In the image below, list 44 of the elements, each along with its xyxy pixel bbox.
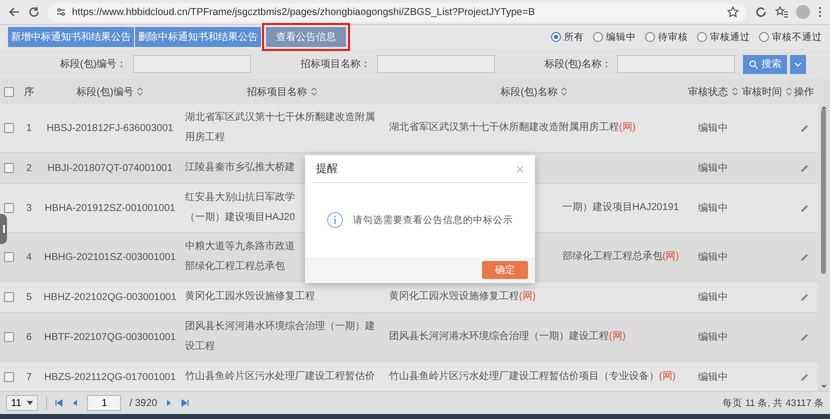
section-code: HBHA-201912SZ-001001001 — [44, 202, 176, 214]
field-label: 招标项目名称： — [300, 58, 371, 71]
section-code: HBJI-201807QT-074001001 — [47, 162, 173, 174]
dialog-message: 请勾选需要查看公告信息的中标公示 — [353, 214, 513, 226]
row-number: 6 — [26, 332, 32, 342]
project-name: 湖北省军区武汉第十七干休所翻建改造附属用房工程 — [185, 110, 376, 145]
review-status: 编辑中 — [698, 122, 728, 135]
review-status: 编辑中 — [698, 202, 728, 215]
project-name: 竹山县鱼岭片区污水处理厂建设工程暂估价 — [185, 370, 375, 384]
section-name: 一期）建设项目HAJ20191 — [562, 200, 679, 215]
section-code: HBSJ-201812FJ-636003001 — [46, 122, 174, 134]
row-number: 7 — [26, 372, 32, 382]
section-code: HBHG-202101SZ-003001001 — [44, 252, 176, 262]
project-name: 红安县大别山抗日军政学（一期）建设项目HAJ20 — [185, 190, 296, 225]
section-name: 团风县长河河港水环境综合治理（一期）建设工程(网) — [389, 330, 626, 344]
project-name: 中粮大道等九条路市政道部绿化工程工程总承包 — [185, 240, 296, 274]
project-name: 团风县长河河港水环境综合治理（一期）建设工程 — [185, 320, 376, 354]
project-name: 黄冈化工园水毁设施修复工程 — [185, 290, 315, 304]
field-label: 标段(包)名称： — [544, 58, 612, 71]
row-number: 5 — [26, 292, 32, 302]
row-number: 1 — [26, 122, 32, 134]
section-name: 黄冈化工园水毁设施修复工程(网) — [389, 290, 536, 304]
section-code: HBZS-202112QG-017001001 — [44, 372, 176, 382]
section-code: HBTF-202107QG-003001001 — [44, 332, 176, 342]
field-label: 标段(包)编号： — [60, 58, 127, 71]
column-header: 操作 — [794, 86, 814, 98]
review-status: 编辑中 — [698, 290, 728, 304]
review-status: 编辑中 — [698, 330, 728, 344]
review-status: 编辑中 — [698, 162, 728, 175]
row-number: 4 — [26, 252, 32, 262]
column-header: 序 — [24, 86, 34, 98]
url-text: https://www.hbbidcloud.cn/TPFrame/jsgcztbmis2/pages/zhongbiaogongshi/ZBGS_List?ProjectJYType=B — [72, 6, 535, 18]
section-name: 湖北省军区武汉第十七干休所翻建改造附属用房工程(网) — [389, 120, 636, 135]
dialog-title: 提醒 — [316, 162, 338, 176]
section-code: HBHZ-202102QG-003001001 — [44, 292, 176, 302]
row-number: 3 — [26, 202, 32, 214]
review-status: 编辑中 — [698, 250, 728, 264]
project-name: 江陵县秦市乡弘推大桥建 — [185, 160, 296, 175]
record-summary: 每页 11 条, 共 43117 条 — [722, 396, 824, 410]
page-count: / 3920 — [129, 398, 158, 408]
review-status: 编辑中 — [698, 370, 728, 384]
row-number: 2 — [26, 162, 32, 174]
section-name: 部绿化工程工程总承包(网) — [562, 250, 679, 264]
section-name: 竹山县鱼岭片区污水处理厂建设工程暂估价项目（专业设备）(网) — [389, 370, 676, 384]
